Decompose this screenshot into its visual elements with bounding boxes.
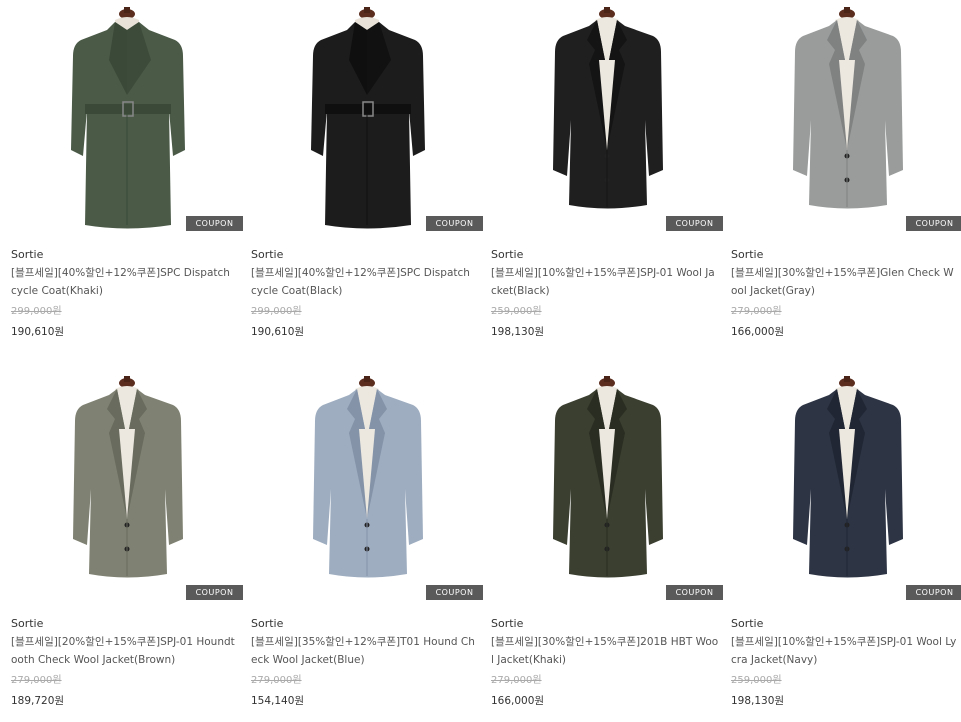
product-card[interactable]: COUPON Sortie [블프세일][10%할인+15%쿠폰]SPJ-01 Wo… bbox=[491, 0, 723, 340]
product-brand: Sortie bbox=[491, 617, 524, 630]
sale-price: 190,610원 bbox=[251, 326, 305, 338]
product-card[interactable]: COUPON Sortie [블프세일][40%할인+12%쿠폰]SPC Dispa… bbox=[251, 0, 483, 340]
product-image[interactable]: COUPON bbox=[491, 0, 723, 232]
sale-price: 154,140원 bbox=[251, 695, 305, 707]
sale-price: 198,130원 bbox=[731, 695, 785, 707]
product-title[interactable]: [블프세일][10%할인+15%쿠폰]SPJ-01 Wool Jacket(Bl… bbox=[491, 264, 719, 300]
product-image[interactable]: COUPON bbox=[251, 369, 483, 601]
coupon-badge: COUPON bbox=[906, 216, 961, 231]
product-brand: Sortie bbox=[251, 617, 284, 630]
product-card[interactable]: COUPON Sortie [블프세일][20%할인+15%쿠폰]SPJ-01 Ho… bbox=[11, 369, 243, 709]
original-price: 279,000원 bbox=[731, 306, 782, 317]
product-image[interactable]: COUPON bbox=[251, 0, 483, 232]
product-image[interactable]: COUPON bbox=[491, 369, 723, 601]
product-brand: Sortie bbox=[11, 617, 44, 630]
sale-price: 166,000원 bbox=[731, 326, 785, 338]
product-title[interactable]: [블프세일][20%할인+15%쿠폰]SPJ-01 Houndtooth Che… bbox=[11, 633, 239, 669]
product-title[interactable]: [블프세일][10%할인+15%쿠폰]SPJ-01 Wool Lycra Jac… bbox=[731, 633, 959, 669]
product-title[interactable]: [블프세일][40%할인+12%쿠폰]SPC Dispatch cycle Co… bbox=[251, 264, 479, 300]
product-card[interactable]: COUPON Sortie [블프세일][30%할인+15%쿠폰]Glen Chec… bbox=[731, 0, 961, 340]
coupon-badge: COUPON bbox=[426, 585, 483, 600]
original-price: 279,000원 bbox=[11, 675, 62, 686]
product-image-svg bbox=[73, 376, 183, 578]
coupon-badge: COUPON bbox=[906, 585, 961, 600]
product-image[interactable]: COUPON bbox=[731, 369, 961, 601]
coupon-badge: COUPON bbox=[426, 216, 483, 231]
product-card[interactable]: COUPON Sortie [블프세일][10%할인+15%쿠폰]SPJ-01 Wo… bbox=[731, 369, 961, 709]
product-brand: Sortie bbox=[731, 617, 764, 630]
coupon-badge: COUPON bbox=[186, 216, 243, 231]
product-card[interactable]: COUPON Sortie [블프세일][40%할인+12%쿠폰]SPC Dispa… bbox=[11, 0, 243, 340]
product-image-svg bbox=[553, 7, 663, 209]
coupon-badge: COUPON bbox=[666, 585, 723, 600]
product-image[interactable]: COUPON bbox=[731, 0, 961, 232]
product-card[interactable]: COUPON Sortie [블프세일][35%할인+12%쿠폰]T01 Hound… bbox=[251, 369, 483, 709]
product-title[interactable]: [블프세일][30%할인+15%쿠폰]Glen Check Wool Jacke… bbox=[731, 264, 959, 300]
original-price: 279,000원 bbox=[491, 675, 542, 686]
original-price: 299,000원 bbox=[251, 306, 302, 317]
product-brand: Sortie bbox=[251, 248, 284, 261]
product-image-svg bbox=[793, 376, 903, 578]
product-title[interactable]: [블프세일][40%할인+12%쿠폰]SPC Dispatch cycle Co… bbox=[11, 264, 239, 300]
original-price: 259,000원 bbox=[491, 306, 542, 317]
sale-price: 189,720원 bbox=[11, 695, 65, 707]
product-image-svg bbox=[311, 7, 425, 229]
sale-price: 190,610원 bbox=[11, 326, 65, 338]
product-image[interactable]: COUPON bbox=[11, 0, 243, 232]
product-image-svg bbox=[313, 376, 423, 578]
coupon-badge: COUPON bbox=[186, 585, 243, 600]
coupon-badge: COUPON bbox=[666, 216, 723, 231]
original-price: 299,000원 bbox=[11, 306, 62, 317]
product-grid: COUPON Sortie [블프세일][40%할인+12%쿠폰]SPC Dispa… bbox=[0, 0, 961, 722]
product-brand: Sortie bbox=[731, 248, 764, 261]
product-image-svg bbox=[553, 376, 663, 578]
product-image[interactable]: COUPON bbox=[11, 369, 243, 601]
sale-price: 198,130원 bbox=[491, 326, 545, 338]
product-title[interactable]: [블프세일][30%할인+15%쿠폰]201B HBT Wool Jacket(… bbox=[491, 633, 719, 669]
product-title[interactable]: [블프세일][35%할인+12%쿠폰]T01 Hound Check Wool … bbox=[251, 633, 479, 669]
sale-price: 166,000원 bbox=[491, 695, 545, 707]
product-card[interactable]: COUPON Sortie [블프세일][30%할인+15%쿠폰]201B HBT … bbox=[491, 369, 723, 709]
product-brand: Sortie bbox=[491, 248, 524, 261]
product-image-svg bbox=[793, 7, 903, 209]
product-brand: Sortie bbox=[11, 248, 44, 261]
original-price: 259,000원 bbox=[731, 675, 782, 686]
product-image-svg bbox=[71, 7, 185, 229]
original-price: 279,000원 bbox=[251, 675, 302, 686]
